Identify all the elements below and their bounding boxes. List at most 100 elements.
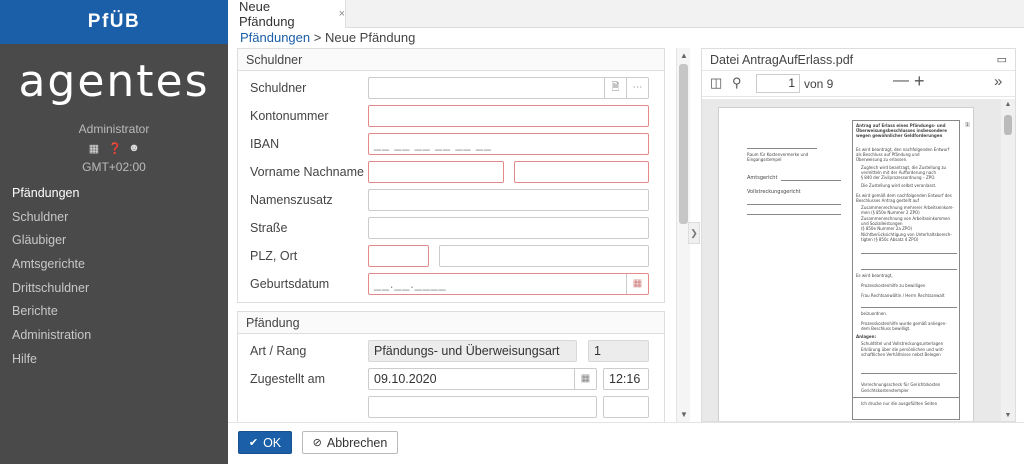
tab-label: Neue Pfändung	[239, 0, 295, 29]
plz-field[interactable]	[368, 245, 429, 267]
page-count: von 9	[804, 77, 834, 91]
next-field[interactable]	[368, 396, 597, 418]
pdf-title: Datei AntragAufErlass.pdf	[710, 53, 854, 67]
schuldner-card-title: Schuldner	[238, 49, 664, 71]
pdf-line-13: (§ 850e Nummer 2a ZPO)	[861, 226, 913, 231]
scroll-down-icon[interactable]: ▼	[1001, 412, 1015, 419]
footer: ✔ OK ⊘ Abbrechen	[228, 422, 1024, 464]
iban-field[interactable]: __ __ __ __ __ __	[368, 133, 649, 155]
row-strasse: Straße	[238, 214, 664, 242]
collapse-handle-icon[interactable]: ❯	[688, 222, 700, 244]
strasse-field[interactable]	[368, 217, 649, 239]
row-plz-ort: PLZ, Ort	[238, 242, 664, 270]
pdf-heading: Antrag auf Erlass eines Pfändungs- und Ü…	[856, 123, 947, 138]
pdf-line	[861, 269, 957, 270]
breadcrumb-current: Neue Pfändung	[324, 30, 416, 45]
row-kontonummer: Kontonummer	[238, 102, 664, 130]
label-plz-ort: PLZ, Ort	[250, 249, 298, 263]
cancel-button[interactable]: ⊘ Abbrechen	[302, 431, 398, 454]
tab-bar: Neue Pfändung ×	[228, 0, 1024, 29]
page-number-input[interactable]: 1	[756, 74, 800, 93]
close-icon[interactable]: ×	[339, 8, 345, 20]
scroll-up-icon[interactable]: ▲	[677, 51, 691, 60]
grid-icon[interactable]: ▦	[88, 142, 100, 155]
pdf-line-10: men (§ 850e Nummer 2 ZPO)	[861, 210, 920, 215]
tab-neue-pfaendung[interactable]: Neue Pfändung ×	[228, 0, 346, 29]
zugestellt-time-field[interactable]: 12:16	[603, 368, 649, 390]
pdf-line-2: Überweisung zu erlassen.	[856, 157, 908, 162]
scroll-up-icon[interactable]: ▲	[1001, 101, 1015, 108]
agentes-logo: agentes	[0, 56, 228, 108]
nav-item-berichte[interactable]: Berichte	[0, 300, 228, 324]
pdf-line-22: Anlagen:	[856, 334, 877, 339]
pdf-amtsgericht: Amtsgericht	[747, 175, 778, 181]
pdf-line-26: Verrechnungsscheck für Gerichtskosten	[861, 382, 941, 387]
cancel-label: Abbrechen	[326, 435, 388, 450]
form-area: Schuldner Schuldner 🗎 ⋯ Kontonummer IBAN…	[237, 48, 665, 422]
zugestellt-date-value: 09.10.2020	[374, 372, 437, 386]
user-icon[interactable]: ☻	[128, 142, 140, 155]
pdf-line-18: Frau Rechtsanwältin / Herrn Rechtsanwalt	[861, 293, 945, 298]
brand-text: PfÜB	[87, 11, 141, 32]
label-schuldner: Schuldner	[250, 81, 307, 95]
calendar-icon[interactable]: ▦	[574, 369, 596, 389]
label-strasse: Straße	[250, 221, 288, 235]
iban-mask: __ __ __ __ __ __	[374, 137, 492, 151]
pfaendung-card: Pfändung Art / Rang Pfändungs- und Überw…	[237, 311, 665, 422]
sidebar-toggle-icon[interactable]: ◫	[710, 75, 722, 91]
ok-button[interactable]: ✔ OK	[238, 431, 292, 454]
nav-item-drittschuldner[interactable]: Drittschuldner	[0, 277, 228, 301]
zoom-out-icon[interactable]: —	[893, 72, 909, 90]
nav-item-amtsgerichte[interactable]: Amtsgerichte	[0, 253, 228, 277]
cancel-icon: ⊘	[312, 437, 322, 449]
more-tools-icon[interactable]: »	[994, 73, 1002, 90]
monitor-icon[interactable]: ▭	[997, 49, 1007, 71]
pdf-line-28: Ich drucke nur die ausgefüllten Seiten	[861, 401, 938, 406]
rang-field[interactable]: 1	[588, 340, 649, 362]
next-field-2[interactable]	[603, 396, 649, 418]
timezone: GMT+02:00	[82, 160, 146, 174]
pdf-vollstreckungsgericht: Vollstreckungsgericht	[747, 189, 801, 195]
pdf-line	[853, 397, 959, 398]
art-field[interactable]: Pfändungs- und Überweisungsart	[368, 340, 577, 362]
scrollbar-thumb[interactable]	[679, 64, 688, 224]
nachname-field[interactable]	[514, 161, 649, 183]
user-name: Administrator	[78, 122, 150, 136]
row-art-rang: Art / Rang Pfändungs- und Überweisungsar…	[238, 337, 664, 365]
schuldner-field[interactable]: 🗎 ⋯	[368, 77, 649, 99]
pdf-line	[861, 373, 957, 374]
breadcrumb: Pfändungen > Neue Pfändung	[240, 30, 415, 45]
zugestellt-date-field[interactable]: 09.10.2020 ▦	[368, 368, 597, 390]
ort-field[interactable]	[439, 245, 649, 267]
scroll-down-icon[interactable]: ▼	[677, 410, 691, 419]
nav-item-glaeubiger[interactable]: Gläubiger	[0, 229, 228, 253]
nav-menu: Pfändungen Schuldner Gläubiger Amtsgeric…	[0, 182, 228, 372]
more-icon[interactable]: ⋯	[626, 78, 648, 98]
vorname-field[interactable]	[368, 161, 504, 183]
pdf-line-23: Schuldtitel und Vollstreckungsunterlagen	[861, 341, 944, 346]
breadcrumb-link[interactable]: Pfändungen	[240, 30, 310, 45]
document-icon[interactable]: 🗎	[604, 78, 626, 98]
pdf-page-view[interactable]: Raum für Kostenvermerke und Eingangsstem…	[702, 99, 1015, 421]
pdf-line-15: tigten (§ 850c Absatz 4 ZPO)	[861, 237, 919, 242]
nav-item-hilfe[interactable]: Hilfe	[0, 348, 228, 372]
pdf-line	[747, 214, 841, 215]
pdf-line-16: Es wird beantragt,	[856, 273, 893, 278]
kontonummer-field[interactable]	[368, 105, 649, 127]
namenszusatz-field[interactable]	[368, 189, 649, 211]
help-icon[interactable]: ❓	[108, 142, 122, 155]
nav-item-pfaendungen[interactable]: Pfändungen	[0, 182, 228, 206]
scrollbar-thumb[interactable]	[1004, 115, 1012, 135]
pdf-viewer: Datei AntragAufErlass.pdf ▭ ◫ ⚲ 1 von 9 …	[701, 48, 1016, 422]
pdf-scrollbar[interactable]: ▲ ▼	[1001, 99, 1015, 421]
pdf-line-5: § 840 der Zivilprozessordnung – ZPO.	[861, 175, 936, 180]
nav-item-administration[interactable]: Administration	[0, 324, 228, 348]
nav-item-schuldner[interactable]: Schuldner	[0, 206, 228, 230]
pdf-stamp-text: Raum für Kostenvermerke und Eingangsstem…	[747, 152, 809, 162]
search-icon[interactable]: ⚲	[732, 75, 742, 91]
pdf-line-21: dem Beschluss bewilligt.	[861, 326, 911, 331]
calendar-icon[interactable]: ▦	[626, 274, 648, 294]
geburtsdatum-field[interactable]: __.__.____ ▦	[368, 273, 649, 295]
zoom-in-icon[interactable]: +	[914, 71, 925, 92]
label-kontonummer: Kontonummer	[250, 109, 329, 123]
